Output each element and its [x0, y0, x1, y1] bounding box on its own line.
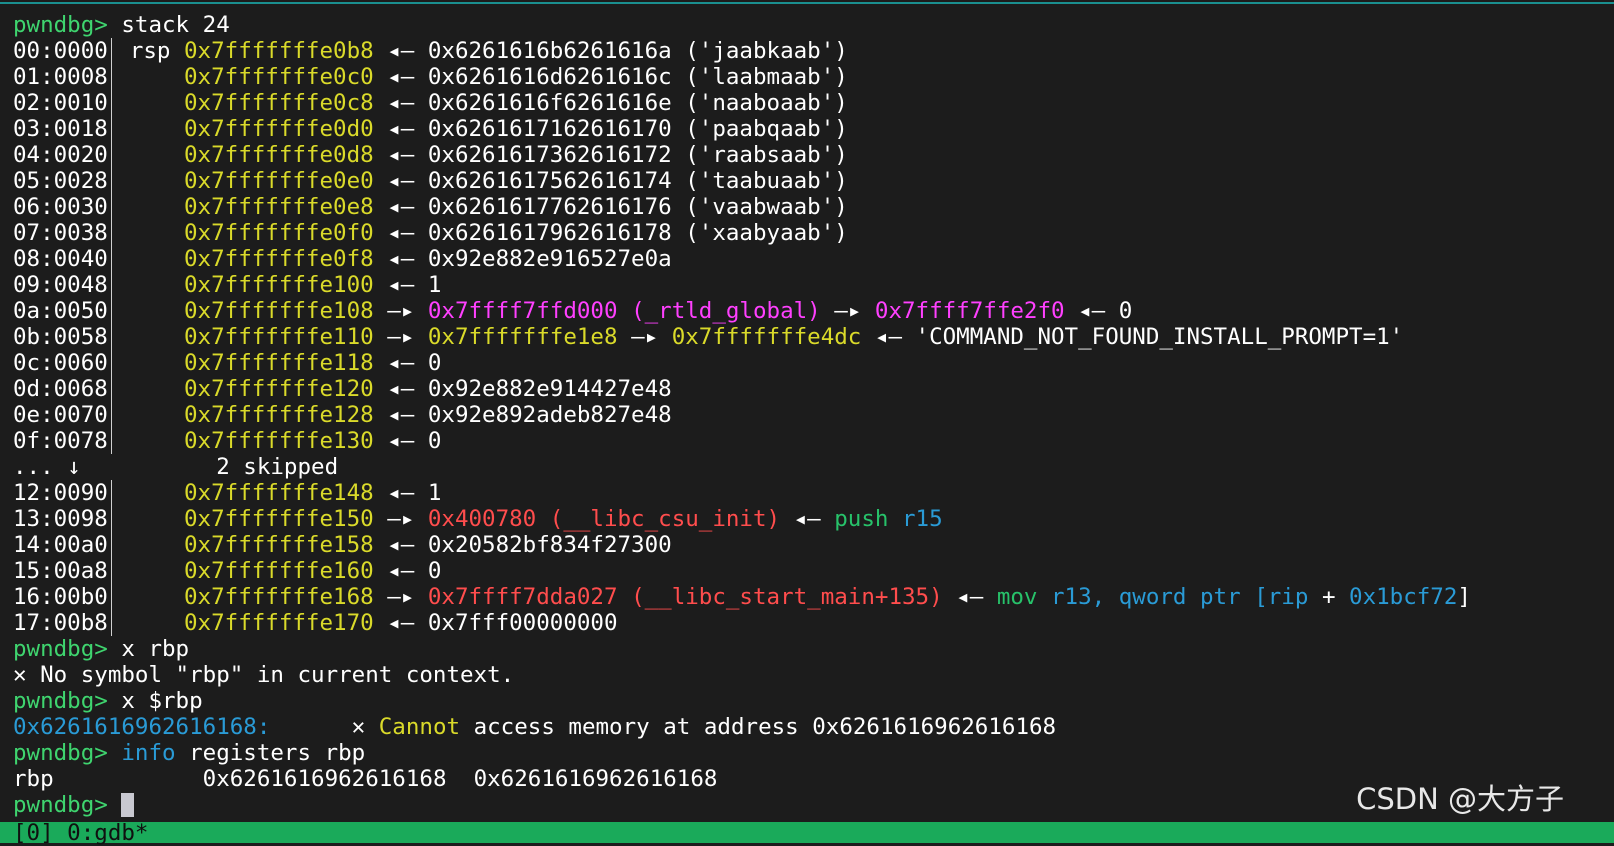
top-border [0, 2, 1614, 4]
x-icon: ✕ [13, 662, 27, 688]
command-line: pwndbg> info registers rbp [13, 740, 366, 766]
stack-row: 17:00b8 0x7fffffffe170 ◂— 0x7fff00000000 [13, 610, 618, 636]
stack-row: 07:0038 0x7fffffffe0f0 ◂— 0x626161796261… [13, 220, 848, 246]
stack-address: 0x7fffffffe0b8 [184, 38, 374, 64]
window-label[interactable]: [0] 0:gdb* [13, 820, 148, 846]
watermark: CSDN @大方子 [1356, 782, 1564, 816]
error-line: ✕ No symbol "rbp" in current context. [13, 662, 515, 688]
prompt: pwndbg> [13, 12, 108, 38]
stack-row: 06:0030 0x7fffffffe0e8 ◂— 0x626161776261… [13, 194, 848, 220]
stack-row: 02:0010 0x7fffffffe0c8 ◂— 0x6261616f6261… [13, 90, 848, 116]
stack-row: 16:00b0 0x7fffffffe168 —▸ 0x7ffff7dda027… [13, 584, 1471, 610]
stack-row: 00:0000 rsp 0x7fffffffe0b8 ◂— 0x6261616b6… [13, 38, 848, 64]
stack-row: 0f:0078 0x7fffffffe130 ◂— 0 [13, 428, 442, 454]
block-cursor [121, 793, 135, 817]
command-text: stack 24 [121, 12, 230, 38]
skipped-row: ... ↓ 2 skipped [13, 454, 339, 480]
stack-offset: 00:0000 [13, 38, 108, 64]
stack-string: ('jaabkaab') [685, 38, 848, 64]
command-line: pwndbg> x $rbp [13, 688, 203, 714]
stack-row: 0b:0058 0x7fffffffe110 —▸ 0x7fffffffe1e8… [13, 324, 1404, 350]
stack-row: 03:0018 0x7fffffffe0d0 ◂— 0x626161716261… [13, 116, 848, 142]
stack-row: 0c:0060 0x7fffffffe118 ◂— 0 [13, 350, 442, 376]
terminal-output[interactable]: pwndbg> stack 24 00:0000 rsp 0x7fffffffe0… [13, 12, 1614, 818]
stack-row: 0d:0068 0x7fffffffe120 ◂— 0x92e882e91442… [13, 376, 672, 402]
tmux-status-bar: [0] 0:gdb* [0, 820, 1614, 846]
error-line: 0x6261616962616168: ✕ Cannot access memo… [13, 714, 1057, 740]
stack-row: 04:0020 0x7fffffffe0d8 ◂— 0x626161736261… [13, 142, 848, 168]
stack-row: 0a:0050 0x7fffffffe108 —▸ 0x7ffff7ffd000… [13, 298, 1133, 324]
stack-row: 08:0040 0x7fffffffe0f8 ◂— 0x92e882e91652… [13, 246, 672, 272]
stack-row: 05:0028 0x7fffffffe0e0 ◂— 0x626161756261… [13, 168, 848, 194]
instruction: push [834, 506, 889, 532]
stack-row: 12:0090 0x7fffffffe148 ◂— 1 [13, 480, 442, 506]
stack-row: 09:0048 0x7fffffffe100 ◂— 1 [13, 272, 442, 298]
x-icon: ✕ [351, 714, 366, 740]
stack-row: 13:0098 0x7fffffffe150 —▸ 0x400780 (__li… [13, 506, 943, 532]
stack-row: 01:0008 0x7fffffffe0c0 ◂— 0x6261616d6261… [13, 64, 848, 90]
stack-row: 15:00a8 0x7fffffffe160 ◂— 0 [13, 558, 442, 584]
command-line: pwndbg> stack 24 [13, 12, 1614, 38]
command-line: pwndbg> x rbp [13, 636, 190, 662]
symbol-name: (_rtld_global) [631, 298, 821, 324]
stack-value: 0x6261616b6261616a [427, 38, 672, 64]
stack-row: 0e:0070 0x7fffffffe128 ◂— 0x92e892adeb82… [13, 402, 672, 428]
column-divider [110, 38, 112, 64]
register-label: rsp [129, 38, 171, 64]
stack-row: 14:00a0 0x7fffffffe158 ◂— 0x20582bf834f2… [13, 532, 672, 558]
